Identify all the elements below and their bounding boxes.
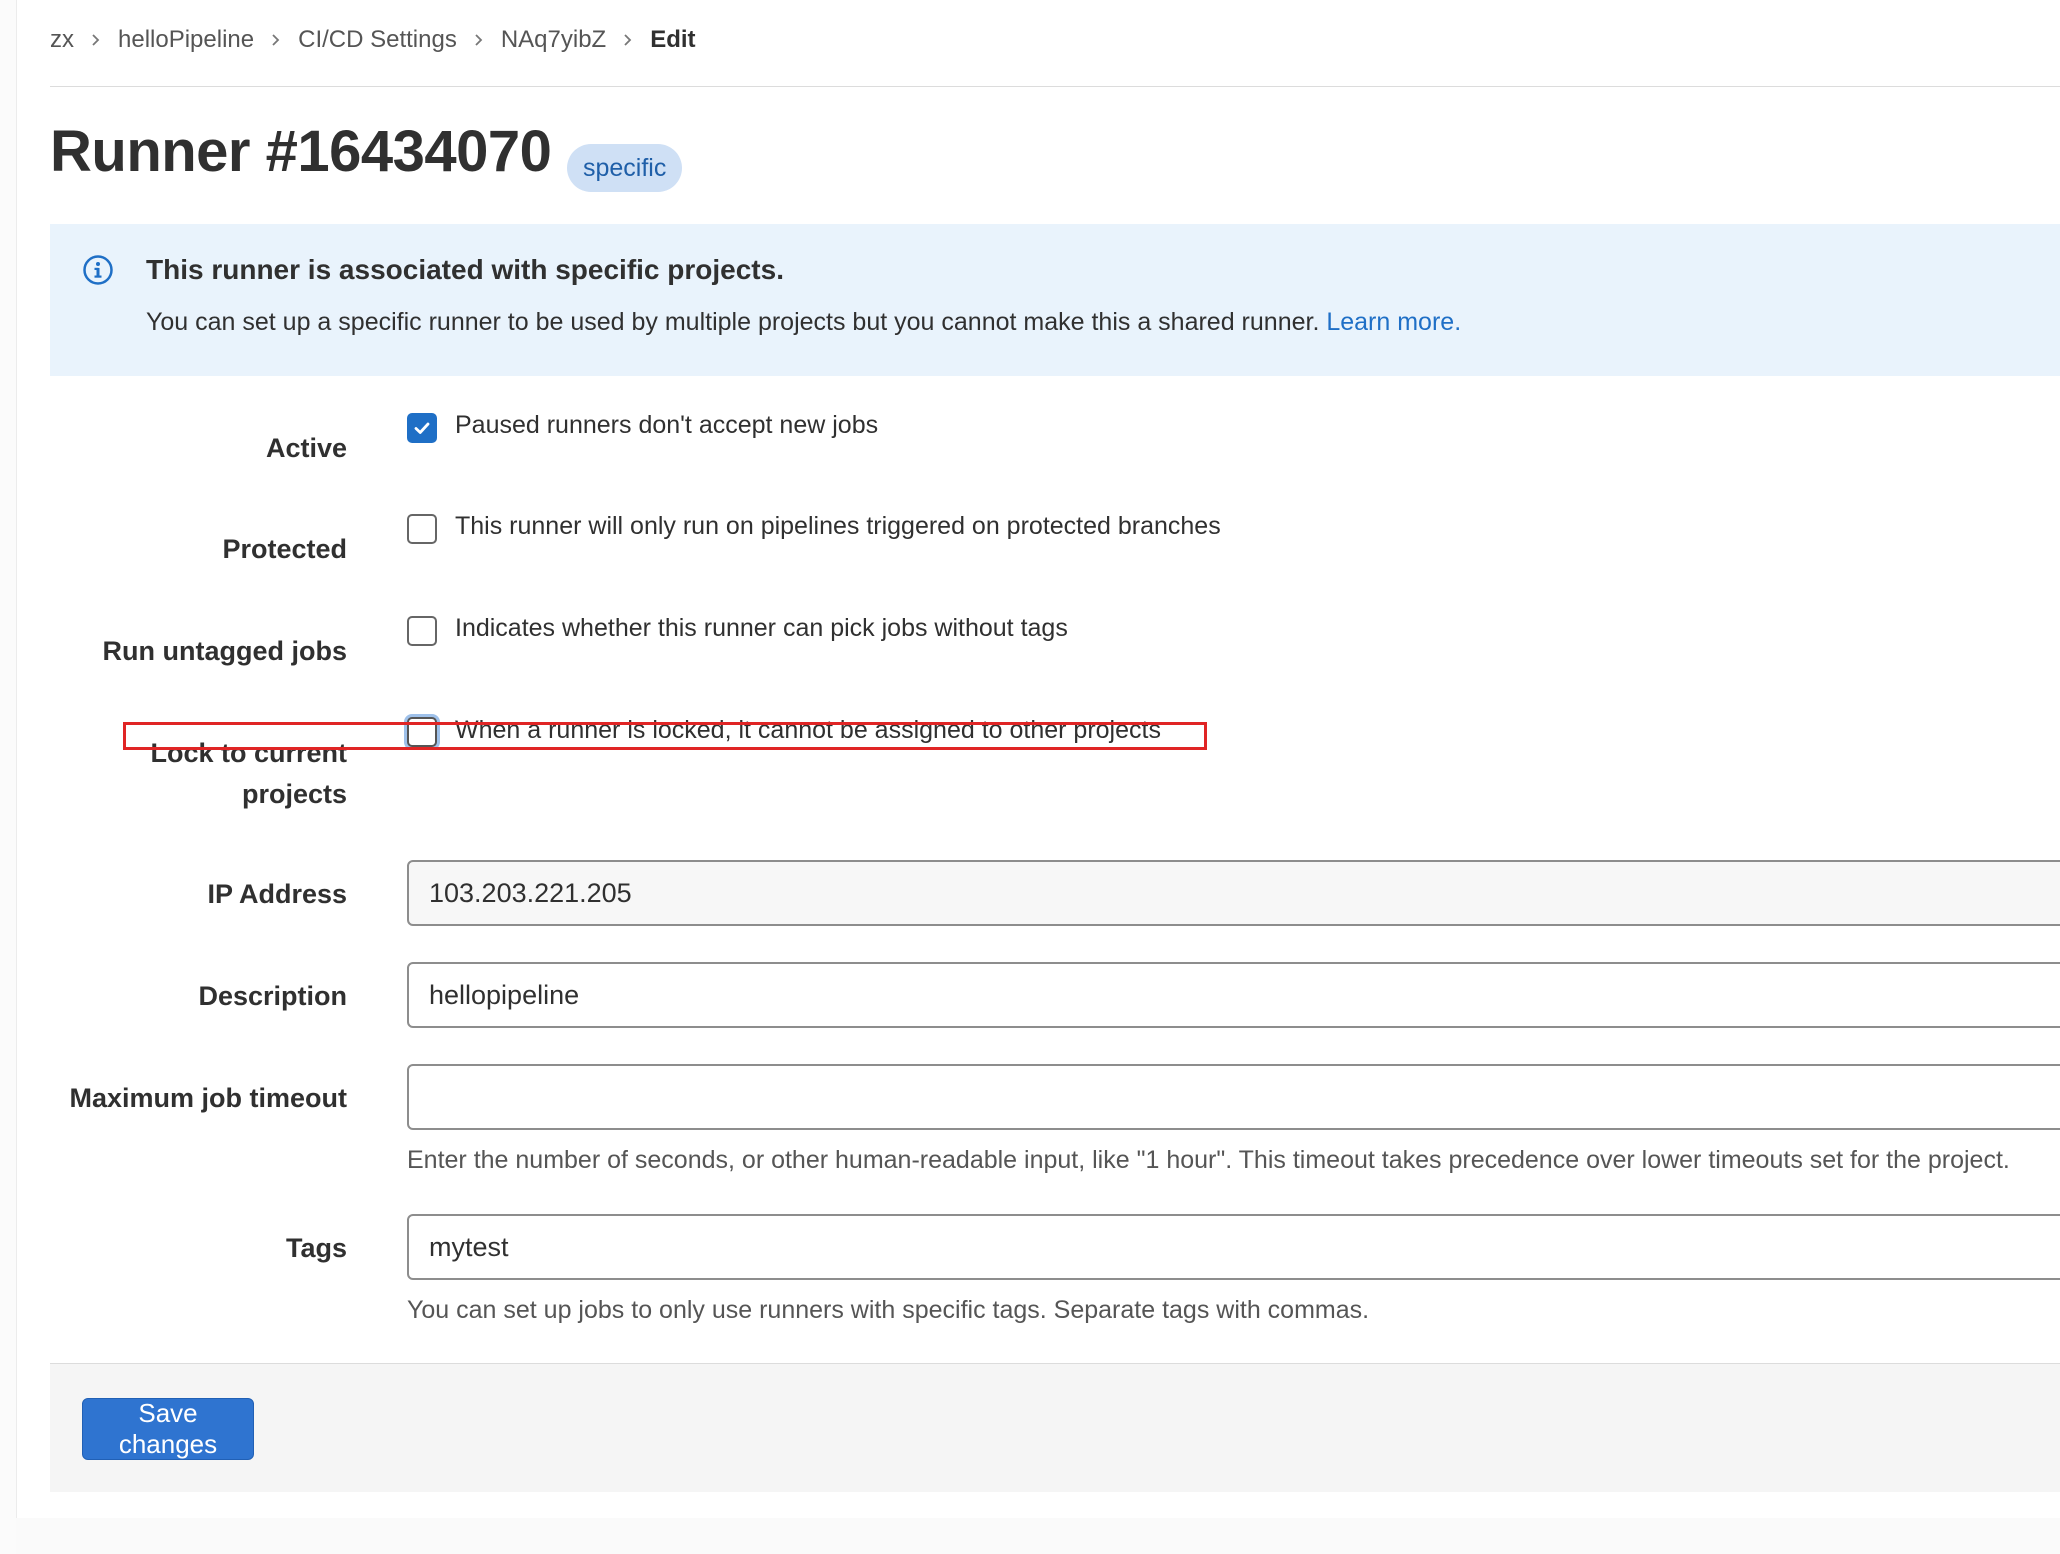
chevron-right-icon xyxy=(622,33,634,47)
description-label: Description xyxy=(198,981,347,1011)
save-changes-button[interactable]: Save changes xyxy=(82,1398,254,1460)
page-bottom xyxy=(16,1518,2060,1554)
alert-body: You can set up a specific runner to be u… xyxy=(146,308,1461,337)
left-sidebar-edge xyxy=(0,0,17,1554)
run-untagged-checkbox[interactable] xyxy=(407,616,437,646)
ip-address-label: IP Address xyxy=(207,879,347,909)
tags-help-text: You can set up jobs to only use runners … xyxy=(407,1296,1370,1324)
chevron-right-icon xyxy=(90,33,102,47)
breadcrumb-item-project[interactable]: helloPipeline xyxy=(118,26,254,54)
timeout-label: Maximum job timeout xyxy=(69,1083,347,1113)
description-field[interactable]: hellopipeline xyxy=(407,962,2060,1028)
lock-label-line2: projects xyxy=(241,779,347,809)
breadcrumb-item-cicd-settings[interactable]: CI/CD Settings xyxy=(298,26,457,54)
breadcrumb: zx helloPipeline CI/CD Settings NAq7yibZ… xyxy=(50,22,696,58)
lock-checkbox-text: When a runner is locked, it cannot be as… xyxy=(455,716,1161,744)
lock-checkbox[interactable] xyxy=(407,717,437,747)
timeout-field[interactable] xyxy=(407,1064,2060,1130)
ip-address-field[interactable]: 103.203.221.205 xyxy=(407,860,2060,926)
active-checkbox[interactable] xyxy=(407,413,437,443)
breadcrumb-item-current: Edit xyxy=(650,26,696,53)
chevron-right-icon xyxy=(473,33,485,47)
run-untagged-label: Run untagged jobs xyxy=(102,636,347,666)
runner-type-badge: specific xyxy=(567,144,683,192)
info-alert: This runner is associated with specific … xyxy=(50,224,2060,376)
check-icon xyxy=(414,422,430,434)
tags-field[interactable]: mytest xyxy=(407,1214,2060,1280)
chevron-right-icon xyxy=(270,33,282,47)
tags-label: Tags xyxy=(285,1233,347,1263)
timeout-help-text: Enter the number of seconds, or other hu… xyxy=(407,1146,2010,1174)
active-label: Active xyxy=(265,433,347,463)
run-untagged-checkbox-text: Indicates whether this runner can pick j… xyxy=(455,614,1068,642)
alert-title: This runner is associated with specific … xyxy=(146,254,784,285)
divider xyxy=(50,86,2060,87)
page-title: Runner #16434070 xyxy=(50,119,552,184)
learn-more-link[interactable]: Learn more. xyxy=(1326,308,1461,336)
breadcrumb-item-group[interactable]: zx xyxy=(50,26,74,54)
breadcrumb-item-runner[interactable]: NAq7yibZ xyxy=(501,26,606,54)
protected-label: Protected xyxy=(222,534,347,564)
protected-checkbox-text: This runner will only run on pipelines t… xyxy=(455,512,1221,540)
alert-body-text: You can set up a specific runner to be u… xyxy=(146,308,1320,336)
lock-label-line1: Lock to current xyxy=(150,738,347,768)
protected-checkbox[interactable] xyxy=(407,514,437,544)
form-actions: Save changes xyxy=(50,1364,2060,1492)
info-icon xyxy=(82,254,114,286)
active-checkbox-text: Paused runners don't accept new jobs xyxy=(455,411,879,439)
